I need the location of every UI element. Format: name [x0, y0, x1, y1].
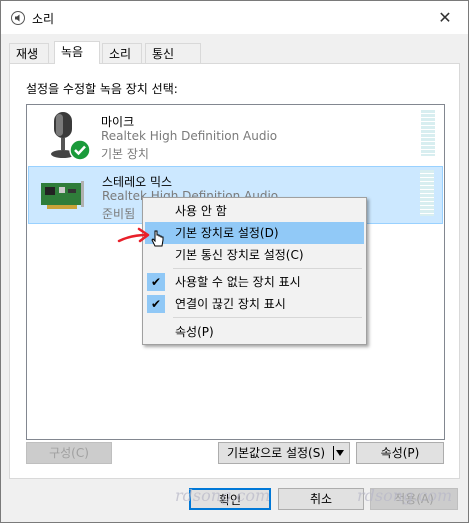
menu-separator — [173, 317, 362, 318]
configure-button[interactable]: 구성(C) — [26, 442, 112, 464]
tab-sounds[interactable]: 소리 — [102, 43, 142, 63]
checkmark-icon: ✔ — [147, 273, 165, 291]
menu-item-show-disconnected[interactable]: ✔ 연결이 끊긴 장치 표시 — [145, 293, 364, 315]
level-meter — [420, 170, 434, 216]
watermark: rdsong.com — [357, 486, 453, 505]
menu-separator — [173, 268, 362, 269]
context-menu: 사용 안 함 기본 장치로 설정(D) 기본 통신 장치로 설정(C) ✔ 사용… — [142, 197, 367, 345]
window-title: 소리 — [32, 12, 55, 26]
sound-card-icon — [39, 179, 85, 211]
set-default-split-button[interactable]: 기본값으로 설정(S) — [218, 442, 350, 464]
level-meter — [421, 110, 435, 156]
instruction-label: 설정을 수정할 녹음 장치 선택: — [26, 82, 178, 96]
device-name: 마이크 — [101, 115, 135, 129]
device-name: 스테레오 믹스 — [102, 175, 173, 189]
cancel-button[interactable]: 취소 — [278, 488, 364, 510]
mouse-cursor-icon — [151, 229, 165, 249]
menu-item-set-default[interactable]: 기본 장치로 설정(D) — [145, 222, 364, 244]
chevron-down-icon[interactable] — [336, 450, 344, 456]
watermark: rdsong.com — [175, 486, 271, 505]
set-default-label[interactable]: 기본값으로 설정(S) — [223, 443, 329, 463]
microphone-icon — [44, 110, 92, 162]
split-divider — [333, 446, 334, 460]
tab-playback[interactable]: 재생 — [9, 43, 49, 63]
device-status: 준비됨 — [102, 207, 136, 221]
checkmark-icon: ✔ — [147, 295, 165, 313]
device-driver: Realtek High Definition Audio — [101, 129, 278, 143]
device-status: 기본 장치 — [101, 147, 149, 161]
properties-button[interactable]: 속성(P) — [356, 442, 444, 464]
speaker-icon — [10, 10, 26, 26]
tab-communications[interactable]: 통신 — [145, 43, 201, 63]
close-button[interactable]: ✕ — [422, 1, 468, 34]
red-arrow-annotation-icon — [117, 225, 151, 247]
menu-item-set-default-comm[interactable]: 기본 통신 장치로 설정(C) — [145, 244, 364, 266]
title-bar[interactable]: 소리 ✕ — [1, 1, 468, 34]
device-item-microphone[interactable]: 마이크 Realtek High Definition Audio 기본 장치 — [28, 107, 443, 165]
sound-dialog: 소리 ✕ 재생 녹음 소리 통신 설정을 수정할 녹음 장치 선택: 마이크 R… — [0, 0, 469, 523]
menu-item-disable[interactable]: 사용 안 함 — [145, 200, 364, 222]
menu-item-show-disabled[interactable]: ✔ 사용할 수 없는 장치 표시 — [145, 271, 364, 293]
tab-recording[interactable]: 녹음 — [54, 41, 100, 64]
menu-item-properties[interactable]: 속성(P) — [145, 321, 364, 343]
